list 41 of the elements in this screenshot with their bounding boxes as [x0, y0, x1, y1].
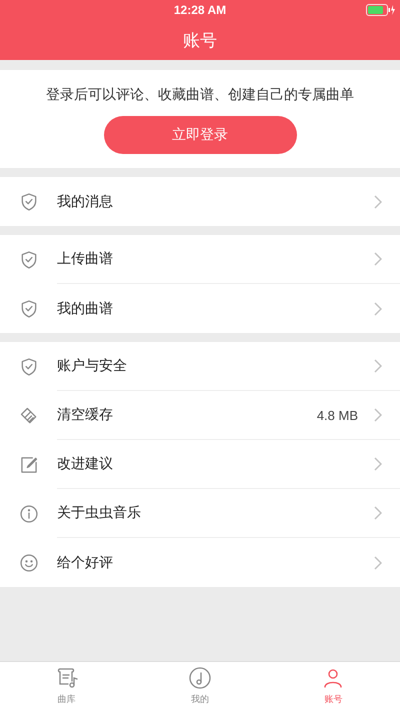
row-label: 上传曲谱 — [57, 250, 114, 268]
tab[interactable]: 曲库 — [0, 662, 134, 710]
music-note-icon — [188, 666, 212, 690]
chevron-icon — [374, 252, 382, 266]
chevron-icon — [374, 506, 382, 520]
row-value: 4.8 MB — [316, 408, 358, 422]
menu-row[interactable]: 清空缓存 4.8 MB — [0, 391, 400, 440]
row-label: 改进建议 — [57, 455, 114, 473]
row-label: 清空缓存 — [57, 406, 114, 424]
row-label: 我的曲谱 — [57, 300, 114, 318]
menu-row[interactable]: 账户与安全 — [0, 342, 400, 391]
shield-check-icon — [19, 250, 39, 270]
chevron-icon — [374, 556, 382, 570]
page-title: 账号 — [182, 30, 218, 52]
shield-check-icon — [19, 192, 39, 212]
row-label: 给个好评 — [57, 554, 114, 572]
row-label: 我的消息 — [57, 192, 114, 210]
login-prompt: 登录后可以评论、收藏曲谱、创建自己的专属曲单 — [46, 86, 354, 104]
broom-icon — [19, 406, 39, 426]
menu-row[interactable]: 关于虫虫音乐 — [0, 489, 400, 538]
chevron-icon — [374, 457, 382, 471]
battery-icon — [366, 4, 396, 16]
menu-row[interactable]: 我的消息 — [0, 177, 400, 226]
edit-icon — [19, 454, 39, 474]
shield-check-icon — [19, 356, 39, 376]
menu-row[interactable]: 改进建议 — [0, 440, 400, 489]
status-time: 12:28 AM — [174, 3, 226, 17]
menu-row[interactable]: 上传曲谱 — [0, 235, 400, 284]
chevron-icon — [374, 408, 382, 422]
shield-check-icon — [19, 298, 39, 318]
tab[interactable]: 我的 — [133, 662, 267, 710]
tab[interactable]: 账号 — [266, 662, 400, 710]
chevron-icon — [374, 302, 382, 316]
menu-row[interactable]: 我的曲谱 — [0, 284, 400, 333]
smile-icon — [19, 552, 39, 572]
info-icon — [19, 504, 39, 524]
row-label: 账户与安全 — [57, 357, 128, 375]
chevron-icon — [374, 194, 382, 208]
menu-row[interactable]: 给个好评 — [0, 538, 400, 587]
chevron-icon — [374, 359, 382, 373]
row-label: 关于虫虫音乐 — [57, 504, 142, 522]
